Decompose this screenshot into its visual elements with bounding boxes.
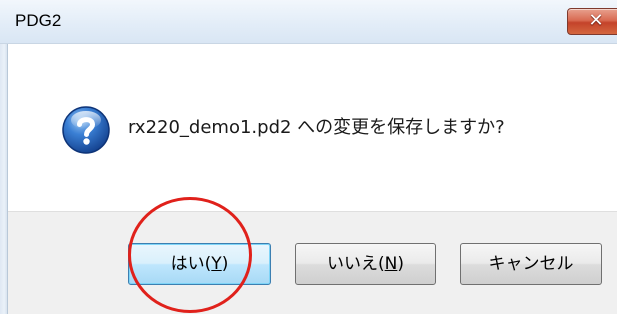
no-mnemonic: N bbox=[384, 254, 398, 274]
message-area: rx220_demo1.pd2 への変更を保存しますか? bbox=[8, 44, 617, 211]
message-text: rx220_demo1.pd2 への変更を保存しますか? bbox=[128, 117, 505, 138]
title-bar[interactable]: PDG2 ✕ bbox=[0, 0, 617, 44]
dialog-window: PDG2 ✕ rx220_demo1.pd2 への変更を保存しますか? はい(Y… bbox=[0, 0, 617, 314]
cancel-label: キャンセル bbox=[488, 254, 574, 274]
question-icon bbox=[62, 106, 110, 154]
button-bar: はい(Y) いいえ(N) キャンセル bbox=[8, 211, 617, 314]
no-button[interactable]: いいえ(N) bbox=[295, 243, 436, 285]
close-button[interactable]: ✕ bbox=[567, 8, 617, 35]
close-icon: ✕ bbox=[588, 10, 604, 31]
no-label-prefix: いいえ( bbox=[327, 254, 385, 274]
dialog-content: rx220_demo1.pd2 への変更を保存しますか? はい(Y) いいえ(N… bbox=[8, 44, 617, 314]
window-frame-left bbox=[0, 0, 8, 314]
cancel-button[interactable]: キャンセル bbox=[460, 243, 602, 285]
yes-button[interactable]: はい(Y) bbox=[128, 243, 271, 285]
yes-mnemonic: Y bbox=[211, 254, 222, 274]
no-label-suffix: ) bbox=[397, 254, 404, 274]
window-title: PDG2 bbox=[15, 11, 62, 30]
yes-label-suffix: ) bbox=[221, 254, 229, 274]
yes-label-prefix: はい( bbox=[170, 254, 212, 274]
